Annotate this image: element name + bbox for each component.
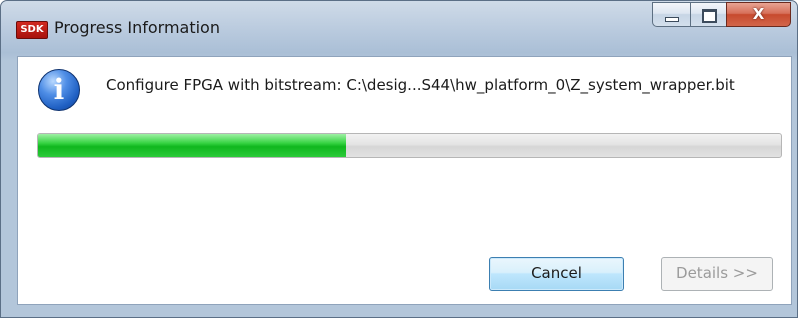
- caption-buttons: X: [652, 2, 791, 27]
- title-bar[interactable]: SDK Progress Information X: [1, 1, 797, 56]
- info-icon: i: [38, 69, 80, 111]
- close-icon: X: [752, 5, 765, 23]
- dialog-content: i Configure FPGA with bitstream: C:\desi…: [17, 56, 792, 305]
- minimize-icon: [665, 17, 679, 22]
- progress-information-window: SDK Progress Information X i Configure F…: [0, 0, 798, 318]
- details-button[interactable]: Details >>: [661, 257, 773, 291]
- maximize-icon: [702, 9, 717, 23]
- close-button[interactable]: X: [726, 2, 791, 27]
- progress-bar: [37, 133, 782, 158]
- window-title: Progress Information: [54, 18, 220, 37]
- info-icon-glyph: i: [53, 73, 65, 106]
- progress-bar-fill: [38, 134, 347, 157]
- maximize-button[interactable]: [690, 2, 726, 27]
- minimize-button[interactable]: [652, 2, 690, 27]
- cancel-button[interactable]: Cancel: [489, 257, 624, 291]
- sdk-app-icon[interactable]: SDK: [16, 21, 48, 39]
- progress-message: Configure FPGA with bitstream: C:\desig.…: [106, 76, 735, 94]
